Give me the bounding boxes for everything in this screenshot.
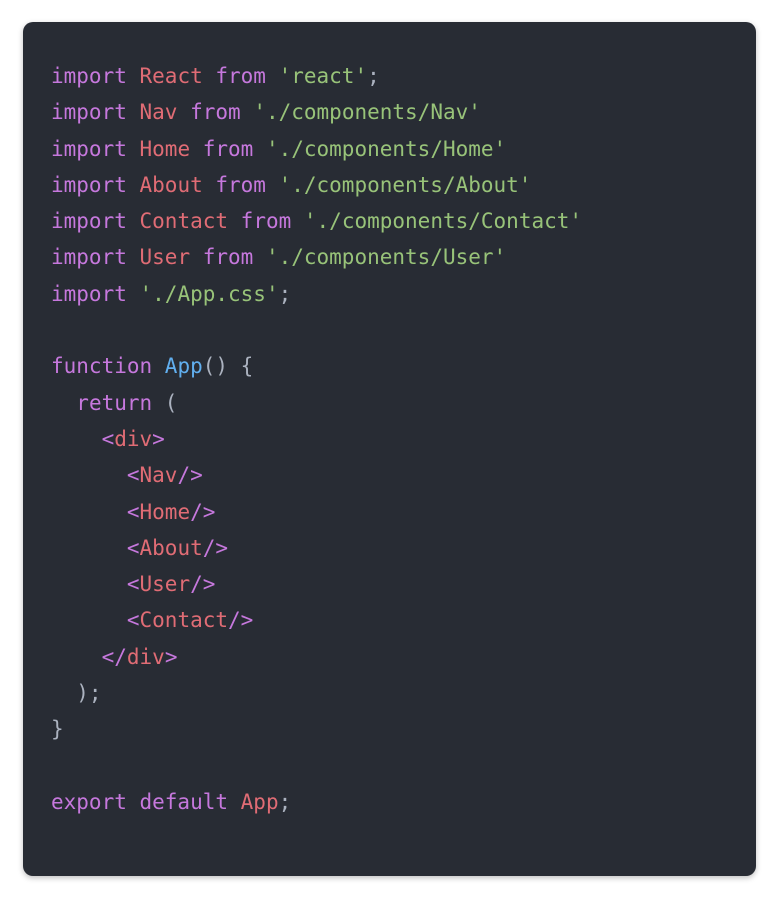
code-line: <About/> — [51, 536, 228, 560]
code-token: return — [76, 391, 152, 415]
code-token: from — [203, 137, 266, 161]
code-token: './components/About' — [279, 173, 532, 197]
code-token — [51, 536, 127, 560]
code-token: React — [140, 64, 216, 88]
code-token — [51, 645, 102, 669]
code-token: 'react' — [279, 64, 368, 88]
code-line: <div> — [51, 427, 165, 451]
code-token: import — [51, 209, 140, 233]
code-token: </ — [102, 645, 127, 669]
code-token: './App.css' — [140, 282, 279, 306]
code-token: ); — [51, 681, 102, 705]
code-token: < — [127, 463, 140, 487]
code-token: from — [203, 245, 266, 269]
code-token — [51, 427, 102, 451]
code-token: Home — [140, 500, 191, 524]
code-line: <Home/> — [51, 500, 215, 524]
code-line: <User/> — [51, 572, 215, 596]
code-token: import — [51, 173, 140, 197]
code-token — [51, 500, 127, 524]
code-token: import — [51, 137, 140, 161]
code-token: from — [215, 64, 278, 88]
code-token: App — [241, 790, 279, 814]
code-line: import Contact from './components/Contac… — [51, 209, 582, 233]
code-token: import — [51, 64, 140, 88]
code-token — [51, 572, 127, 596]
code-line: <Nav/> — [51, 463, 203, 487]
code-token: < — [127, 608, 140, 632]
code-token: () { — [203, 354, 254, 378]
code-token: /> — [177, 463, 202, 487]
code-token: from — [215, 173, 278, 197]
code-token: /> — [203, 536, 228, 560]
code-token: App — [165, 354, 203, 378]
code-token: import — [51, 282, 140, 306]
code-token: ; — [279, 790, 292, 814]
code-token: export default — [51, 790, 241, 814]
code-token: User — [140, 572, 191, 596]
code-token: div — [127, 645, 165, 669]
code-token: './components/Home' — [266, 137, 506, 161]
code-line: import React from 'react'; — [51, 64, 380, 88]
code-line: import About from './components/About' — [51, 173, 531, 197]
code-line: import Nav from './components/Nav' — [51, 100, 481, 124]
code-line: ); — [51, 681, 102, 705]
code-token: < — [127, 500, 140, 524]
code-token: './components/Nav' — [253, 100, 481, 124]
code-token: './components/Contact' — [304, 209, 582, 233]
code-token: /> — [190, 500, 215, 524]
code-token: > — [165, 645, 178, 669]
code-token: './components/User' — [266, 245, 506, 269]
code-token: Home — [140, 137, 203, 161]
code-token: < — [102, 427, 115, 451]
code-token: User — [140, 245, 203, 269]
code-token: < — [127, 572, 140, 596]
code-token: > — [152, 427, 165, 451]
code-token: Contact — [140, 608, 229, 632]
code-token: About — [140, 536, 203, 560]
code-line: function App() { — [51, 354, 253, 378]
code-token: import — [51, 245, 140, 269]
code-token: /> — [190, 572, 215, 596]
code-token: /> — [228, 608, 253, 632]
code-content: import React from 'react'; import Nav fr… — [51, 64, 582, 814]
code-line: return ( — [51, 391, 177, 415]
code-line: </div> — [51, 645, 177, 669]
code-token: ; — [279, 282, 292, 306]
code-token: function — [51, 354, 165, 378]
code-token: import — [51, 100, 140, 124]
code-token — [51, 391, 76, 415]
code-token — [51, 463, 127, 487]
code-block: import React from 'react'; import Nav fr… — [23, 22, 756, 876]
code-line: import './App.css'; — [51, 282, 291, 306]
code-token: Nav — [140, 463, 178, 487]
code-token: from — [241, 209, 304, 233]
code-token: ; — [367, 64, 380, 88]
code-token: Nav — [140, 100, 191, 124]
code-line: export default App; — [51, 790, 291, 814]
code-token: } — [51, 717, 64, 741]
code-token: About — [140, 173, 216, 197]
code-line: import Home from './components/Home' — [51, 137, 506, 161]
code-token: < — [127, 536, 140, 560]
code-line: <Contact/> — [51, 608, 253, 632]
code-line: import User from './components/User' — [51, 245, 506, 269]
code-token: div — [114, 427, 152, 451]
code-token: from — [190, 100, 253, 124]
code-line: } — [51, 717, 64, 741]
code-token: Contact — [140, 209, 241, 233]
code-token — [51, 608, 127, 632]
code-token: ( — [152, 391, 177, 415]
